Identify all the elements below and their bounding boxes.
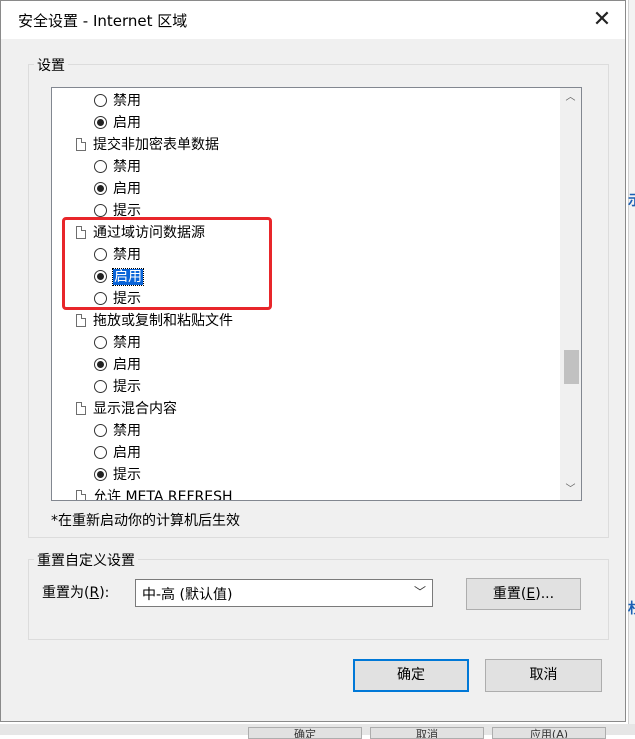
chevron-down-icon: ﹀ [565, 484, 576, 495]
radio-option-label[interactable]: 启用 [113, 357, 141, 373]
setting-category-label: 提交非加密表单数据 [93, 137, 219, 153]
close-icon: ✕ [592, 7, 612, 32]
scroll-thumb[interactable] [564, 350, 579, 384]
radio-option-label[interactable]: 提示 [113, 467, 141, 483]
close-button[interactable]: ✕ [579, 1, 625, 39]
title-bar[interactable]: 安全设置 - Internet 区域 ✕ [1, 1, 625, 39]
reset-to-label: 重置为(R): [42, 585, 110, 601]
radio-option[interactable]: 禁用 [94, 90, 141, 112]
background-window-edge [628, 0, 635, 735]
radio-option-label[interactable]: 启用 [113, 445, 141, 461]
background-apply-button: 应用(A) [492, 727, 606, 739]
security-settings-dialog: 安全设置 - Internet 区域 ✕ 设置 禁用 启用 提交非加密表单数据 禁用启… [0, 0, 626, 722]
radio-option-label[interactable]: 禁用 [113, 93, 141, 109]
background-text: 示 [628, 190, 635, 210]
background-ok-button: 确定 [248, 727, 362, 739]
document-icon [76, 490, 86, 500]
radio-button-checked[interactable] [94, 358, 107, 371]
setting-category-label: 显示混合内容 [93, 401, 177, 417]
radio-button-checked[interactable] [94, 468, 107, 481]
radio-option[interactable]: 提示 [94, 376, 141, 398]
reset-button[interactable]: 重置(E)... [466, 578, 581, 610]
setting-category-label: 允许 META REFRESH [93, 489, 233, 501]
radio-button[interactable] [94, 446, 107, 459]
radio-option[interactable]: 启用 [94, 354, 141, 376]
radio-option-label[interactable]: 禁用 [113, 423, 141, 439]
setting-category: 显示混合内容 [76, 398, 177, 420]
radio-option-label[interactable]: 提示 [113, 379, 141, 395]
background-text: 杉 [628, 598, 635, 618]
reset-level-select[interactable]: 中-高 (默认值) ﹀ [135, 579, 433, 607]
chevron-down-icon: ﹀ [413, 585, 426, 599]
restart-note: *在重新启动你的计算机后生效 [51, 513, 240, 529]
reset-level-value: 中-高 (默认值) [142, 587, 233, 603]
reset-group-legend: 重置自定义设置 [34, 550, 138, 570]
document-icon [76, 402, 86, 415]
radio-button-checked[interactable] [94, 182, 107, 195]
radio-option-label[interactable]: 启用 [113, 181, 141, 197]
radio-button[interactable] [94, 94, 107, 107]
scroll-up-button[interactable]: ︿ [560, 88, 581, 108]
radio-option[interactable]: 禁用 [94, 420, 141, 442]
radio-option-label[interactable]: 启用 [113, 115, 141, 131]
radio-option[interactable]: 启用 [94, 442, 141, 464]
radio-option-label[interactable]: 禁用 [113, 159, 141, 175]
ok-button[interactable]: 确定 [353, 659, 469, 692]
radio-button[interactable] [94, 336, 107, 349]
cancel-button[interactable]: 取消 [485, 659, 602, 692]
radio-button[interactable] [94, 380, 107, 393]
radio-button[interactable] [94, 160, 107, 173]
radio-option[interactable]: 启用 [94, 112, 141, 134]
radio-option[interactable]: 启用 [94, 178, 141, 200]
setting-category: 拖放或复制和粘贴文件 [76, 310, 233, 332]
document-icon [76, 314, 86, 327]
annotation-highlight-box [62, 217, 272, 310]
radio-option[interactable]: 禁用 [94, 156, 141, 178]
radio-button[interactable] [94, 424, 107, 437]
window-title: 安全设置 - Internet 区域 [18, 12, 188, 30]
setting-category: 允许 META REFRESH [76, 486, 233, 501]
radio-option[interactable]: 禁用 [94, 332, 141, 354]
radio-option-label[interactable]: 禁用 [113, 335, 141, 351]
setting-category-label: 拖放或复制和粘贴文件 [93, 313, 233, 329]
document-icon [76, 138, 86, 151]
chevron-up-icon: ︿ [565, 92, 576, 103]
radio-button-checked[interactable] [94, 116, 107, 129]
background-cancel-button: 取消 [370, 727, 484, 739]
settings-group-legend: 设置 [34, 55, 68, 75]
setting-category: 提交非加密表单数据 [76, 134, 219, 156]
scroll-down-button[interactable]: ﹀ [560, 480, 581, 500]
radio-button[interactable] [94, 204, 107, 217]
radio-option[interactable]: 提示 [94, 464, 141, 486]
vertical-scrollbar[interactable]: ︿ ﹀ [560, 88, 581, 500]
